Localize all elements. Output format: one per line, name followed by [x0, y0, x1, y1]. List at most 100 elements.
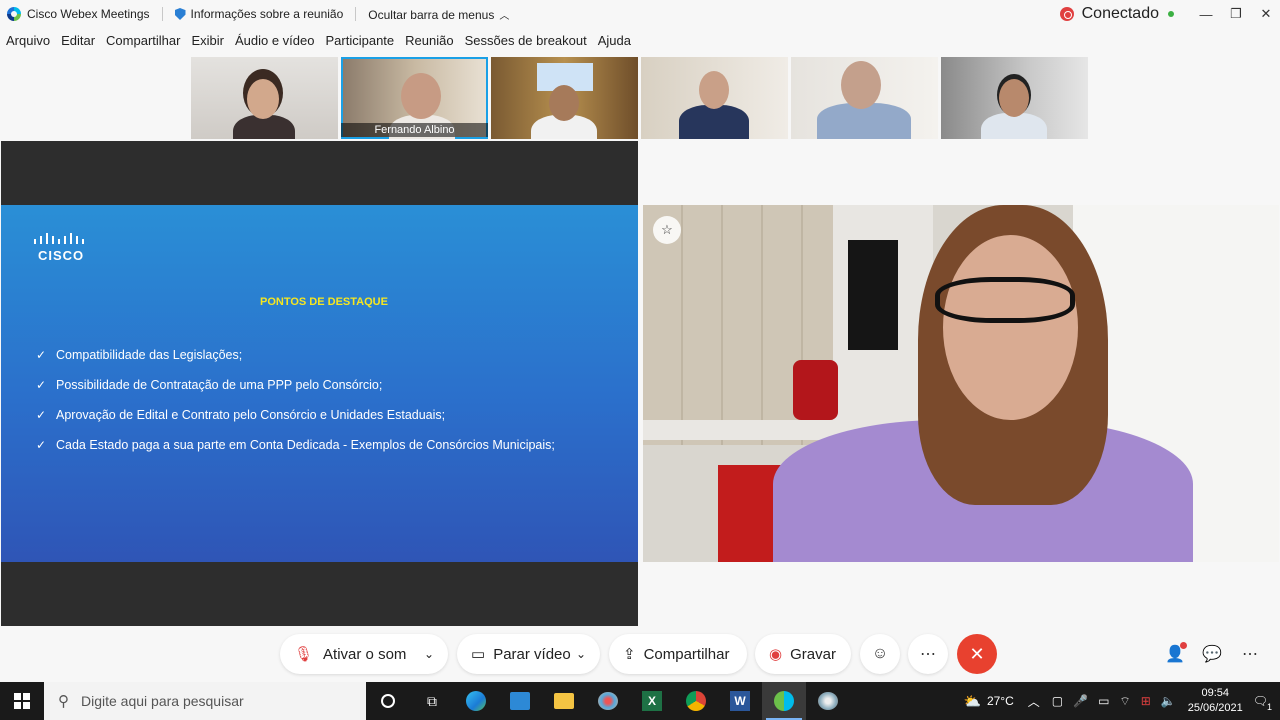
taskbar-app-excel[interactable]: X: [630, 682, 674, 720]
coffee-machine: [793, 360, 838, 420]
maximize-button[interactable]: ❐: [1222, 0, 1250, 28]
notification-count: 1: [1266, 702, 1272, 712]
webex-logo-icon: [7, 7, 21, 21]
webex-icon: [774, 691, 794, 711]
share-button[interactable]: ⇪ Compartilhar: [609, 634, 747, 674]
excel-icon: X: [642, 691, 662, 711]
mute-button[interactable]: 🎙 Ativar o som ⌄: [280, 634, 448, 674]
volume-icon[interactable]: 🔈: [1161, 694, 1176, 708]
share-icon: ⇪: [623, 646, 636, 663]
slide-bullet-list: ✓ Compatibilidade das Legislações; ✓ Possi…: [36, 348, 555, 468]
windows-logo-icon: [14, 693, 30, 709]
glasses: [935, 277, 1075, 323]
cisco-logo-text: CISCO: [38, 248, 85, 263]
person-silhouette: [679, 105, 749, 139]
task-view-button[interactable]: ⧉: [410, 682, 454, 720]
main-speaker-video[interactable]: [643, 205, 1279, 562]
more-options-button[interactable]: ⋯: [908, 634, 948, 674]
clock[interactable]: 09:54 25/06/2021: [1188, 686, 1243, 716]
taskbar-app-word[interactable]: W: [718, 682, 762, 720]
mute-label: Ativar o som: [323, 645, 407, 663]
menu-sessoes-breakout[interactable]: Sessões de breakout: [465, 33, 587, 51]
divider: [161, 7, 163, 21]
panel-more-button[interactable]: ⋯: [1230, 634, 1270, 674]
person-head: [699, 71, 729, 109]
taskbar-app-edge[interactable]: [454, 682, 498, 720]
ellipsis-icon: ⋯: [920, 646, 936, 663]
menu-audio-video[interactable]: Áudio e vídeo: [235, 33, 315, 51]
taskbar-app-store[interactable]: [498, 682, 542, 720]
menu-ajuda[interactable]: Ajuda: [598, 33, 631, 51]
participant-video[interactable]: [941, 57, 1088, 139]
menu-arquivo[interactable]: Arquivo: [6, 33, 50, 51]
wifi-icon[interactable]: ⌔: [1119, 694, 1130, 709]
menu-participante[interactable]: Participante: [326, 33, 395, 51]
chevron-down-icon[interactable]: ⌄: [576, 647, 586, 661]
taskbar-app-explorer[interactable]: [542, 682, 586, 720]
video-label: Parar vídeo: [493, 645, 571, 663]
participant-name: Fernando Albino: [341, 123, 488, 137]
microphone-muted-icon: 🎙: [294, 646, 314, 663]
video-button[interactable]: ▭ Parar vídeo ⌄: [457, 634, 600, 674]
participants-panel-button[interactable]: 👤: [1155, 634, 1195, 674]
person-head: [841, 61, 881, 109]
title-bar-right: Conectado — ❐ ✕: [1059, 0, 1280, 28]
share-label: Compartilhar: [643, 645, 730, 663]
cortana-button[interactable]: [366, 682, 410, 720]
chevron-down-icon[interactable]: ⌄: [424, 647, 434, 661]
participant-video[interactable]: [191, 57, 338, 139]
taskbar-app-other[interactable]: [806, 682, 850, 720]
ellipsis-icon: ⋯: [1242, 646, 1258, 663]
close-icon: ✕: [969, 643, 985, 664]
battery-icon[interactable]: ▭: [1098, 694, 1109, 708]
temperature[interactable]: 27°C: [987, 694, 1014, 708]
notifications-button[interactable]: 🗨 1: [1252, 694, 1272, 712]
weather-icon: ⛅: [963, 692, 981, 709]
check-icon: ✓: [36, 408, 47, 422]
app-title: Cisco Webex Meetings: [27, 7, 150, 21]
microphone-icon[interactable]: 🎤: [1073, 694, 1088, 708]
tray-app-icon[interactable]: ▢: [1052, 694, 1063, 708]
hide-menu-bar-button[interactable]: Ocultar barra de menus ︿: [368, 7, 509, 22]
taskbar-app-chrome[interactable]: [674, 682, 718, 720]
menu-editar[interactable]: Editar: [61, 33, 95, 51]
start-button[interactable]: [0, 682, 44, 720]
app-icon: [818, 692, 838, 710]
slide-title: PONTOS DE DESTAQUE: [260, 296, 388, 308]
connection-icon: [1059, 7, 1074, 21]
taskbar-app-paint[interactable]: [586, 682, 630, 720]
menu-compartilhar[interactable]: Compartilhar: [106, 33, 180, 51]
meeting-info-link[interactable]: Informações sobre a reunião: [191, 7, 344, 21]
menu-reuniao[interactable]: Reunião: [405, 33, 453, 51]
participant-video[interactable]: [641, 57, 788, 139]
video-camera-icon: ▭: [471, 646, 486, 663]
participant-video[interactable]: [791, 57, 938, 139]
end-call-button[interactable]: ✕: [957, 634, 997, 674]
minimize-button[interactable]: —: [1192, 0, 1220, 28]
circle-icon: [381, 694, 395, 708]
participant-video-active-speaker[interactable]: Fernando Albino: [341, 57, 488, 139]
task-view-icon: ⧉: [427, 692, 437, 709]
pin-icon[interactable]: ☆: [653, 216, 681, 244]
status-dot-icon: [1168, 11, 1174, 17]
chevron-up-icon[interactable]: ︿: [1028, 693, 1040, 710]
bullet-text: Compatibilidade das Legislações;: [56, 348, 243, 362]
menu-bar: Arquivo Editar Compartilhar Exibir Áudio…: [0, 33, 636, 51]
clock-date: 25/06/2021: [1187, 702, 1243, 714]
bullet-text: Aprovação de Edital e Contrato pelo Cons…: [56, 408, 446, 422]
taskbar-app-webex[interactable]: [762, 682, 806, 720]
participant-video[interactable]: [491, 57, 638, 139]
list-item: ✓ Cada Estado paga a sua parte em Conta D…: [36, 438, 555, 468]
close-window-button[interactable]: ✕: [1252, 0, 1280, 28]
person-face: [943, 235, 1078, 420]
reactions-button[interactable]: ☺: [860, 634, 900, 674]
record-button[interactable]: ◉ Gravar: [755, 634, 851, 674]
taskbar-search-input[interactable]: ⚲ Digite aqui para pesquisar: [44, 682, 366, 720]
search-icon: ⚲: [58, 693, 69, 710]
smiley-icon: ☺: [871, 645, 889, 662]
menu-exibir[interactable]: Exibir: [191, 33, 224, 51]
chat-button[interactable]: 💬: [1192, 634, 1232, 674]
gift-icon[interactable]: ⊞: [1141, 694, 1151, 708]
notification-icon: 🗨: [1252, 694, 1268, 708]
list-item: ✓ Possibilidade de Contratação de uma PPP…: [36, 378, 555, 408]
